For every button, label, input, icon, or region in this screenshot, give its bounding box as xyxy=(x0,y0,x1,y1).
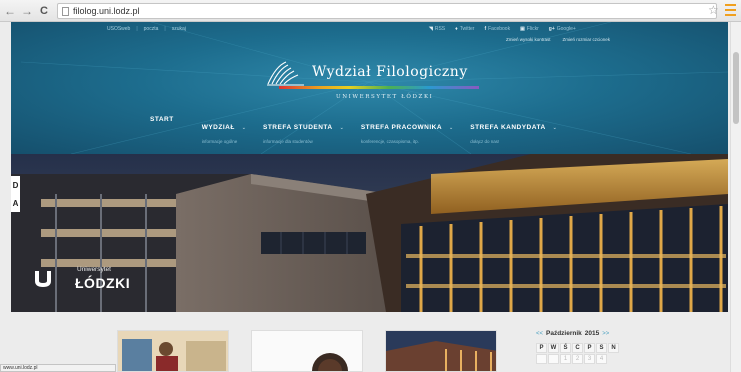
arrow-right-icon[interactable]: → xyxy=(20,3,34,19)
news-thumbnail xyxy=(118,331,228,371)
faculty-title: Wydział Filologiczny xyxy=(312,64,468,80)
weekday-label: Ś xyxy=(560,343,571,353)
side-ribbon[interactable]: D A xyxy=(11,176,20,212)
calendar-day[interactable]: 2 xyxy=(572,354,583,364)
weekday-label: S xyxy=(596,343,607,353)
menu-icon[interactable] xyxy=(725,4,736,16)
logo-text-lodzki: ŁÓDZKI xyxy=(75,275,131,291)
top-links: USOSweb | poczta | szukaj xyxy=(107,26,186,32)
book-logo-icon xyxy=(267,61,304,86)
news-card[interactable] xyxy=(385,330,497,372)
weekday-label: W xyxy=(548,343,559,353)
rainbow-stripe xyxy=(279,86,479,89)
weekday-label: P xyxy=(584,343,595,353)
calendar-prev[interactable]: << xyxy=(536,331,543,337)
top-link-szukaj[interactable]: szukaj xyxy=(172,26,186,32)
calendar-day[interactable]: 1 xyxy=(560,354,571,364)
calendar-next[interactable]: >> xyxy=(602,331,609,337)
calendar-month: Październik xyxy=(546,330,582,337)
site-header: USOSweb | poczta | szukaj ◥ RSS ♦ Twitter fF… xyxy=(11,22,728,154)
content-area: << Październik 2015 >> P W Ś C P S N 1 2… xyxy=(0,312,741,372)
high-contrast-link[interactable]: Zmień wysoki kontrast xyxy=(506,37,551,42)
chevron-down-icon: ⌄ xyxy=(241,125,246,131)
nav-item-wydzial[interactable]: WYDZIAŁ ⌄ informacje ogólne xyxy=(202,116,246,144)
news-card[interactable] xyxy=(117,330,229,372)
font-size-link[interactable]: Zmień rozmiar czcionek xyxy=(563,37,611,42)
chevron-down-icon: ⌄ xyxy=(449,125,454,131)
news-card[interactable] xyxy=(251,330,363,372)
hero-image: D A Uniwersytet ŁÓDZKI xyxy=(11,154,728,312)
top-link-poczta[interactable]: poczta xyxy=(144,26,159,32)
twitter-icon: ♦ xyxy=(455,26,458,32)
page-scrollbar[interactable] xyxy=(730,22,741,372)
calendar-day[interactable]: 4 xyxy=(596,354,607,364)
nav-item-strefa-pracownika[interactable]: STREFA PRACOWNIKA ⌄ konferencje, czasopis… xyxy=(361,116,453,144)
top-link-usosweb[interactable]: USOSweb xyxy=(107,26,130,32)
weekday-label: P xyxy=(536,343,547,353)
social-facebook[interactable]: f Facebook xyxy=(484,26,510,32)
news-thumbnail xyxy=(252,331,362,371)
calendar-year: 2015 xyxy=(584,330,600,337)
accessibility-links: Zmień wysoki kontrast Zmień rozmiar czci… xyxy=(506,37,610,42)
university-logo-icon xyxy=(35,271,51,287)
page-icon xyxy=(62,6,69,16)
social-twitter[interactable]: ♦ Twitter xyxy=(455,26,474,32)
nav-item-start[interactable]: START xyxy=(150,116,174,144)
facebook-icon: f xyxy=(484,26,487,32)
weekday-label: C xyxy=(572,343,583,353)
news-thumbnail xyxy=(386,331,496,371)
social-googleplus[interactable]: g+ Google+ xyxy=(549,26,576,32)
nav-item-strefa-kandydata[interactable]: STREFA KANDYDATA ⌄ dołącz do nas! xyxy=(470,116,557,144)
logo-text-uniwersytet: Uniwersytet xyxy=(77,266,111,273)
arrow-left-icon[interactable]: ← xyxy=(3,3,17,19)
flickr-icon: ▣ xyxy=(520,26,525,32)
social-flickr[interactable]: ▣ Flickr xyxy=(520,26,539,32)
reload-icon[interactable]: C xyxy=(37,3,51,19)
calendar-grid: P W Ś C P S N 1 2 3 4 xyxy=(536,343,634,364)
social-links: ◥ RSS ♦ Twitter f Facebook ▣ Flickr g+ Google… xyxy=(429,26,576,32)
social-rss[interactable]: ◥ RSS xyxy=(429,26,445,32)
calendar-day xyxy=(548,354,559,364)
university-subtitle: UNIWERSYTET ŁÓDZKI xyxy=(336,94,434,100)
url-text: filolog.uni.lodz.pl xyxy=(73,6,140,16)
calendar-day xyxy=(536,354,547,364)
star-icon[interactable]: ☆ xyxy=(708,3,719,17)
address-bar[interactable]: filolog.uni.lodz.pl xyxy=(57,3,717,19)
event-calendar: << Październik 2015 >> P W Ś C P S N 1 2… xyxy=(536,330,634,372)
googleplus-icon: g+ xyxy=(548,26,555,32)
chevron-down-icon: ⌄ xyxy=(339,125,344,131)
weekday-label: N xyxy=(608,343,619,353)
scroll-thumb[interactable] xyxy=(733,52,739,124)
faculty-logo[interactable]: Wydział Filologiczny UNIWERSYTET ŁÓDZKI xyxy=(264,56,494,116)
chevron-down-icon: ⌄ xyxy=(552,125,557,131)
main-navigation: START WYDZIAŁ ⌄ informacje ogólne STREFA … xyxy=(150,116,574,144)
calendar-day[interactable]: 3 xyxy=(584,354,595,364)
rss-icon: ◥ xyxy=(429,26,433,32)
status-bar-url: www.uni.lodz.pl xyxy=(0,364,116,372)
nav-item-strefa-studenta[interactable]: STREFA STUDENTA ⌄ informacje dla studentó… xyxy=(263,116,344,144)
